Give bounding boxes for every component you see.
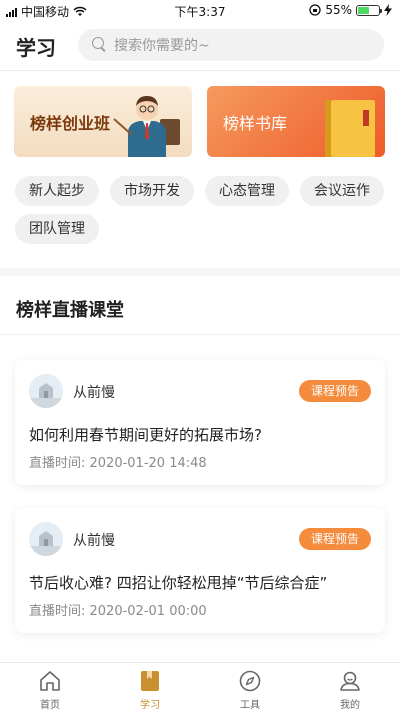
tag-newcomer[interactable]: 新人起步 (15, 176, 99, 206)
search-icon (92, 37, 108, 53)
tab-home[interactable]: 首页 (0, 667, 100, 710)
banner-label: 榜样创业班 (30, 114, 111, 133)
banner-book-library[interactable]: 榜样书库 (207, 86, 385, 157)
tab-label: 工具 (240, 700, 260, 710)
course-author: 从前慢 (73, 533, 115, 549)
status-right: 55% (309, 3, 392, 17)
course-preview-badge[interactable]: 课程预告 (298, 380, 371, 402)
orientation-lock-icon (309, 4, 321, 16)
course-title: 节后收心难? 四招让你轻松甩掉“节后综合症” (29, 574, 328, 592)
header-divider (0, 70, 400, 71)
avatar (29, 522, 63, 556)
tab-study[interactable]: 学习 (100, 667, 200, 710)
tag-mindset-management[interactable]: 心态管理 (205, 176, 289, 206)
compass-icon (239, 670, 261, 692)
book-icon (141, 671, 159, 691)
course-live-time: 直播时间: 2020-01-20 14:48 (29, 456, 207, 471)
tab-mine[interactable]: 我的 (300, 667, 400, 710)
tab-label: 首页 (40, 700, 60, 710)
user-icon (340, 671, 360, 691)
page-title: 学习 (16, 36, 56, 60)
battery-fill (358, 6, 369, 14)
section-separator (0, 268, 400, 276)
course-card[interactable]: 从前慢 课程预告 节后收心难? 四招让你轻松甩掉“节后综合症” 直播时间: 20… (15, 508, 385, 633)
battery-percent: 55% (325, 3, 352, 17)
tag-meeting-operation[interactable]: 会议运作 (300, 176, 384, 206)
teacher-illustration (113, 96, 180, 157)
header: 学习 搜索你需要的~ (0, 24, 400, 70)
book-illustration (325, 100, 375, 157)
course-preview-badge[interactable]: 课程预告 (298, 528, 371, 550)
battery-icon (356, 4, 382, 16)
course-card[interactable]: 从前慢 课程预告 如何利用春节期间更好的拓展市场? 直播时间: 2020-01-… (15, 360, 385, 485)
course-live-time: 直播时间: 2020-02-01 00:00 (29, 604, 207, 619)
course-author: 从前慢 (73, 385, 115, 401)
charging-icon (384, 4, 392, 16)
search-placeholder: 搜索你需要的~ (114, 38, 210, 54)
status-bar: 中国移动 下午3:37 55% (0, 0, 400, 22)
tab-tools[interactable]: 工具 (200, 667, 300, 710)
tab-label: 我的 (340, 700, 360, 710)
section-divider (0, 334, 400, 335)
tab-label: 学习 (140, 700, 160, 710)
tag-market-development[interactable]: 市场开发 (110, 176, 194, 206)
tag-team-management[interactable]: 团队管理 (15, 214, 99, 244)
home-icon (40, 671, 60, 691)
course-title: 如何利用春节期间更好的拓展市场? (29, 426, 262, 444)
banner-startup-class[interactable]: 榜样创业班 (14, 86, 192, 157)
tab-bar: 首页 学习 工具 我的 (0, 662, 400, 710)
section-title: 榜样直播课堂 (16, 300, 124, 321)
search-input[interactable]: 搜索你需要的~ (78, 29, 384, 61)
avatar (29, 374, 63, 408)
banner-label: 榜样书库 (223, 114, 288, 133)
